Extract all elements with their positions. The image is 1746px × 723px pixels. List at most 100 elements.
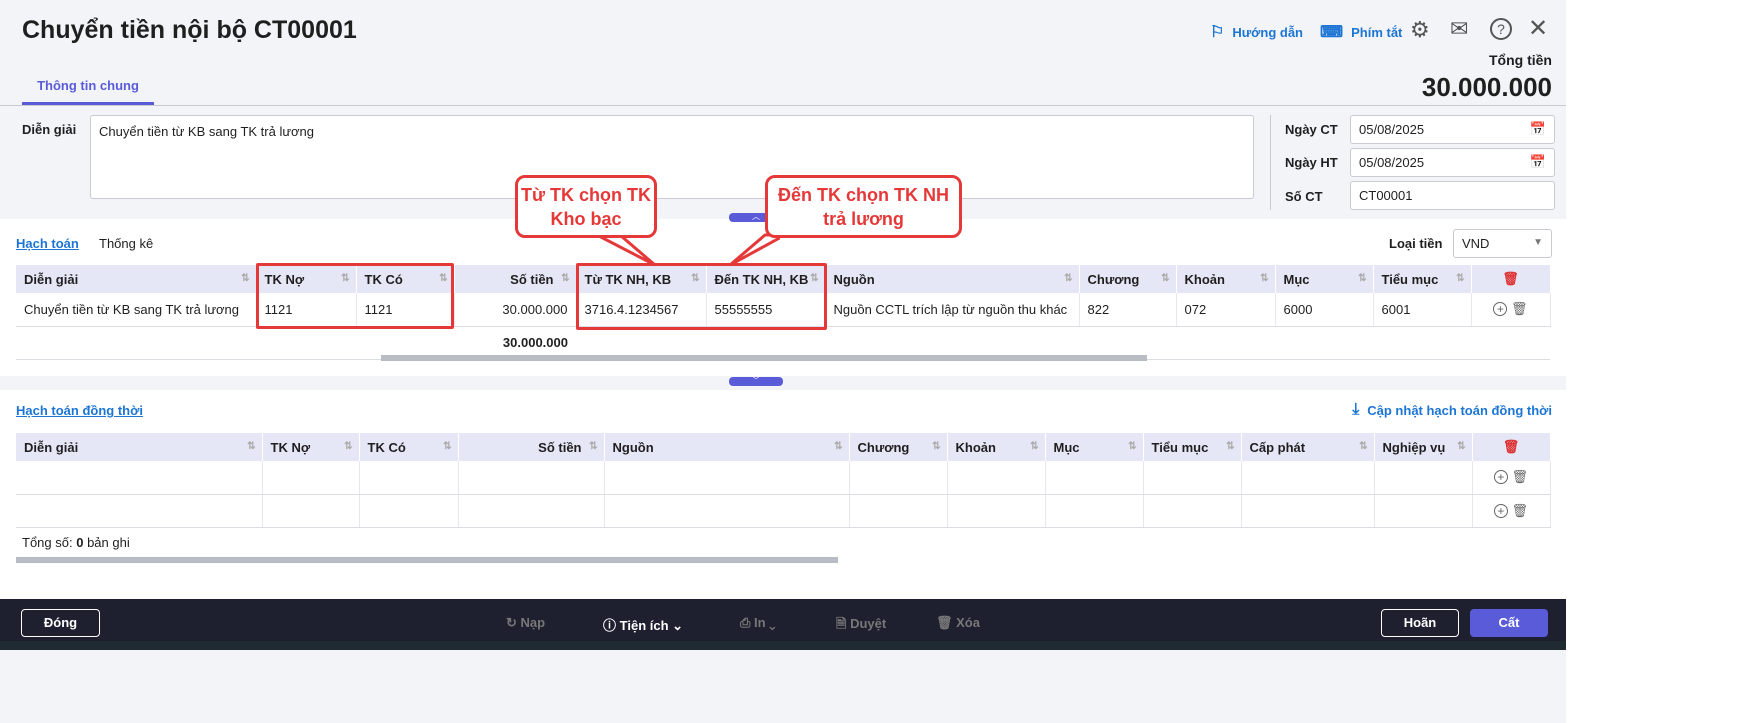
- table-cell[interactable]: [1241, 461, 1375, 495]
- sort-icon[interactable]: ⇅: [561, 273, 569, 284]
- sort-icon[interactable]: ⇅: [443, 441, 451, 452]
- column-header[interactable]: Chương ⇅: [849, 433, 948, 461]
- table-row[interactable]: + 🗑: [16, 461, 1551, 495]
- table-cell[interactable]: [1241, 494, 1375, 528]
- column-header[interactable]: Khoản ⇅: [1176, 265, 1276, 293]
- table-cell[interactable]: [359, 494, 459, 528]
- column-header[interactable]: TK Nợ ⇅: [262, 433, 360, 461]
- delete-all-icon[interactable]: 🗑: [1503, 439, 1520, 454]
- print-button[interactable]: ⎙ In ⌄: [740, 615, 775, 631]
- table-cell[interactable]: [1143, 494, 1242, 528]
- calendar-icon[interactable]: 📅: [1530, 154, 1546, 170]
- desc-input[interactable]: Chuyển tiền từ KB sang TK trả lương: [90, 115, 1254, 199]
- table-cell[interactable]: 30.000.000: [454, 293, 577, 327]
- table-cell[interactable]: [16, 461, 263, 495]
- table-cell[interactable]: [262, 494, 360, 528]
- update-simul-button[interactable]: ⤓ Cập nhật hạch toán đồng thời: [1352, 401, 1552, 419]
- table-cell[interactable]: [359, 461, 459, 495]
- collapse-down-toggle[interactable]: ﹀: [729, 377, 783, 386]
- column-header[interactable]: Mục ⇅: [1275, 265, 1374, 293]
- table-cell[interactable]: Nguồn CCTL trích lập từ nguồn thu khác: [825, 293, 1080, 327]
- table-cell[interactable]: [262, 461, 360, 495]
- table-cell[interactable]: [604, 461, 850, 495]
- so-ct-input[interactable]: CT00001: [1350, 181, 1555, 210]
- sort-icon[interactable]: ⇅: [1456, 273, 1464, 284]
- sort-icon[interactable]: ⇅: [1359, 441, 1367, 452]
- add-row-icon[interactable]: +: [1493, 470, 1508, 485]
- sort-icon[interactable]: ⇅: [1226, 441, 1234, 452]
- sort-icon[interactable]: ⇅: [1358, 273, 1366, 284]
- table-cell[interactable]: 6000: [1275, 293, 1374, 327]
- sort-icon[interactable]: ⇅: [241, 273, 249, 284]
- tab-thong-ke[interactable]: Thống kê: [99, 236, 153, 251]
- utilities-button[interactable]: ⓘ Tiện ích ⌄: [603, 615, 683, 634]
- table-cell[interactable]: [1374, 494, 1473, 528]
- sort-icon[interactable]: ⇅: [1030, 441, 1038, 452]
- delete-button[interactable]: 🗑 Xóa: [936, 615, 980, 631]
- shortcuts-link[interactable]: ⌨ Phím tắt: [1320, 22, 1402, 42]
- trash-icon[interactable]: 🗑: [1511, 301, 1528, 316]
- sort-icon[interactable]: ⇅: [344, 441, 352, 452]
- column-header[interactable]: Nguồn ⇅: [604, 433, 850, 461]
- table-cell[interactable]: Chuyển tiền từ KB sang TK trả lương: [16, 293, 257, 327]
- sort-icon[interactable]: ⇅: [247, 441, 255, 452]
- column-header[interactable]: Cấp phát ⇅: [1241, 433, 1375, 461]
- table-cell[interactable]: [947, 461, 1046, 495]
- table-cell[interactable]: 822: [1079, 293, 1177, 327]
- trash-icon[interactable]: 🗑: [1512, 469, 1529, 484]
- reload-button[interactable]: ↻ Nạp: [506, 615, 545, 631]
- table-cell[interactable]: 072: [1176, 293, 1276, 327]
- delete-all-icon[interactable]: 🗑: [1502, 271, 1519, 286]
- column-header[interactable]: Chương ⇅: [1079, 265, 1177, 293]
- column-header[interactable]: Tiểu mục ⇅: [1143, 433, 1242, 461]
- column-header[interactable]: Nghiệp vụ ⇅: [1374, 433, 1473, 461]
- column-header[interactable]: Tiểu mục ⇅: [1373, 265, 1472, 293]
- ngay-ht-input[interactable]: 05/08/2025 📅: [1350, 148, 1555, 177]
- table-cell[interactable]: [849, 494, 948, 528]
- column-header[interactable]: Nguồn ⇅: [825, 265, 1080, 293]
- sort-icon[interactable]: ⇅: [589, 441, 597, 452]
- add-row-icon[interactable]: +: [1493, 302, 1508, 317]
- horizontal-scrollbar[interactable]: [16, 557, 838, 563]
- currency-select[interactable]: VND ▼: [1453, 229, 1552, 258]
- sort-icon[interactable]: ⇅: [932, 441, 940, 452]
- add-row-icon[interactable]: +: [1493, 503, 1508, 518]
- sort-icon[interactable]: ⇅: [1161, 273, 1169, 284]
- column-header[interactable]: TK Có ⇅: [359, 433, 459, 461]
- horizontal-scrollbar[interactable]: [381, 355, 1147, 361]
- approve-button[interactable]: 🗎 Duyệt: [836, 615, 886, 637]
- ngay-ct-input[interactable]: 05/08/2025 📅: [1350, 115, 1555, 144]
- table-cell[interactable]: 6001: [1373, 293, 1472, 327]
- tab-general-info[interactable]: Thông tin chung: [22, 78, 154, 105]
- table-cell[interactable]: [16, 494, 263, 528]
- table-cell[interactable]: [849, 461, 948, 495]
- column-header[interactable]: Diễn giải ⇅: [16, 265, 257, 293]
- table-cell[interactable]: [458, 461, 605, 495]
- table-cell[interactable]: [1045, 461, 1144, 495]
- undo-button[interactable]: Hoãn: [1381, 609, 1459, 637]
- save-button[interactable]: Cất: [1470, 609, 1548, 637]
- column-header[interactable]: Khoản ⇅: [947, 433, 1046, 461]
- sort-icon[interactable]: ⇅: [1128, 441, 1136, 452]
- close-icon[interactable]: ✕: [1528, 14, 1548, 43]
- table-cell[interactable]: [1143, 461, 1242, 495]
- sort-icon[interactable]: ⇅: [834, 441, 842, 452]
- calendar-icon[interactable]: 📅: [1530, 121, 1546, 137]
- column-header[interactable]: Mục ⇅: [1045, 433, 1144, 461]
- sort-icon[interactable]: ⇅: [1064, 273, 1072, 284]
- table-cell[interactable]: [947, 494, 1046, 528]
- table-cell[interactable]: [1045, 494, 1144, 528]
- gear-icon[interactable]: ⚙: [1410, 17, 1430, 43]
- close-button[interactable]: Đóng: [21, 609, 100, 637]
- column-header[interactable]: Số tiền ⇅: [454, 265, 577, 293]
- guide-link[interactable]: ⚐ Hướng dẫn: [1210, 22, 1303, 42]
- help-icon[interactable]: ?: [1490, 18, 1512, 40]
- table-cell[interactable]: [1374, 461, 1473, 495]
- table-cell[interactable]: [604, 494, 850, 528]
- table-row[interactable]: + 🗑: [16, 494, 1551, 528]
- simul-title[interactable]: Hạch toán đồng thời: [16, 403, 143, 418]
- tab-hach-toan[interactable]: Hạch toán: [16, 236, 79, 251]
- sort-icon[interactable]: ⇅: [1457, 441, 1465, 452]
- sort-icon[interactable]: ⇅: [1260, 273, 1268, 284]
- table-cell[interactable]: [458, 494, 605, 528]
